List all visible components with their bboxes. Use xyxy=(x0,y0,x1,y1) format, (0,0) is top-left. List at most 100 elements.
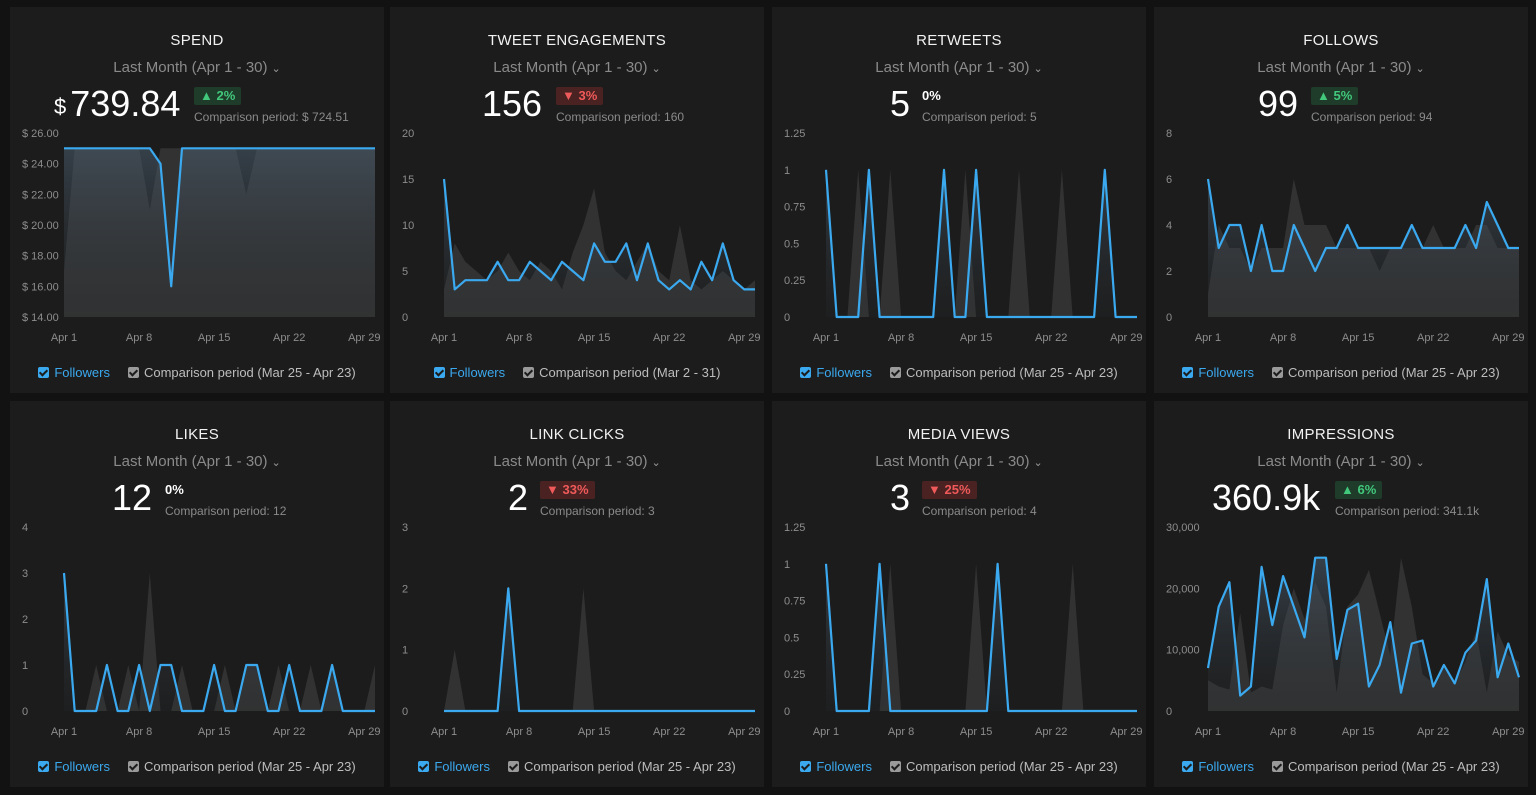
date-range-selector[interactable]: Last Month (Apr 1 - 30) ⌄ xyxy=(772,453,1146,470)
date-range-selector[interactable]: Last Month (Apr 1 - 30) ⌄ xyxy=(1154,59,1528,76)
chevron-down-icon: ⌄ xyxy=(271,63,281,75)
legend-label: Followers xyxy=(434,759,490,774)
date-range-label: Last Month (Apr 1 - 30) xyxy=(875,453,1030,470)
legend-toggle-followers[interactable]: Followers xyxy=(38,365,110,380)
checkbox-checked-icon xyxy=(800,761,812,772)
metric-value: 12 xyxy=(112,477,152,519)
x-tick-label: Apr 1 xyxy=(431,726,457,738)
chart-legend: Followers Comparison period (Mar 25 - Apr… xyxy=(390,759,764,774)
checkbox-checked-icon xyxy=(433,367,445,378)
widget-title: LINK CLICKS xyxy=(529,426,625,443)
legend-toggle-comparison[interactable]: Comparison period (Mar 25 - Apr 23) xyxy=(1271,759,1500,774)
x-tick-label: Apr 22 xyxy=(653,726,685,738)
checkbox-checked-icon xyxy=(507,761,519,772)
date-range-label: Last Month (Apr 1 - 30) xyxy=(113,59,268,76)
x-tick-label: Apr 1 xyxy=(51,726,77,738)
date-range-selector[interactable]: Last Month (Apr 1 - 30) ⌄ xyxy=(390,453,764,470)
chevron-down-icon: ⌄ xyxy=(651,457,661,469)
legend-label: Comparison period (Mar 2 - 31) xyxy=(539,365,721,380)
legend-toggle-followers[interactable]: Followers xyxy=(38,759,110,774)
chevron-down-icon: ⌄ xyxy=(1415,63,1425,75)
comparison-label: Comparison period: 4 xyxy=(922,504,1037,518)
x-tick-label: Apr 8 xyxy=(888,726,914,738)
legend-toggle-followers[interactable]: Followers xyxy=(800,365,872,380)
checkbox-checked-icon xyxy=(418,761,430,772)
x-tick-label: Apr 29 xyxy=(1492,332,1524,344)
y-tick-label: $ 14.00 xyxy=(22,312,59,324)
legend-toggle-comparison[interactable]: Comparison period (Mar 25 - Apr 23) xyxy=(507,759,736,774)
x-tick-label: Apr 22 xyxy=(1417,332,1449,344)
metric-value: 360.9k xyxy=(1212,477,1320,519)
y-tick-label: $ 24.00 xyxy=(22,159,59,171)
y-tick-label: 1 xyxy=(784,559,790,571)
legend-toggle-followers[interactable]: Followers xyxy=(1182,759,1254,774)
checkbox-checked-icon xyxy=(1182,367,1194,378)
date-range-label: Last Month (Apr 1 - 30) xyxy=(1257,59,1412,76)
change-badge: ▼ 3% xyxy=(556,87,604,105)
legend-toggle-followers[interactable]: Followers xyxy=(1182,365,1254,380)
x-tick-label: Apr 8 xyxy=(126,726,152,738)
x-tick-label: Apr 29 xyxy=(1110,726,1142,738)
date-range-selector[interactable]: Last Month (Apr 1 - 30) ⌄ xyxy=(10,59,384,76)
chevron-down-icon: ⌄ xyxy=(1033,457,1043,469)
y-tick-label: 1.25 xyxy=(784,128,805,140)
metric-value: 156 xyxy=(482,83,542,125)
date-range-label: Last Month (Apr 1 - 30) xyxy=(493,59,648,76)
legend-toggle-comparison[interactable]: Comparison period (Mar 25 - Apr 23) xyxy=(889,759,1118,774)
date-range-selector[interactable]: Last Month (Apr 1 - 30) ⌄ xyxy=(1154,453,1528,470)
legend-toggle-comparison[interactable]: Comparison period (Mar 2 - 31) xyxy=(523,365,720,380)
checkbox-checked-icon xyxy=(889,367,901,378)
chevron-down-icon: ⌄ xyxy=(651,63,661,75)
y-tick-label: 8 xyxy=(1166,128,1172,140)
legend-label: Comparison period (Mar 25 - Apr 23) xyxy=(143,365,356,380)
chevron-down-icon: ⌄ xyxy=(271,457,281,469)
metric-number: 360.9k xyxy=(1212,477,1321,518)
metric-number: 12 xyxy=(112,477,153,518)
legend-toggle-followers[interactable]: Followers xyxy=(800,759,872,774)
x-tick-label: Apr 15 xyxy=(960,726,992,738)
comparison-label: Comparison period: 5 xyxy=(922,110,1037,124)
tweet-engagements-widget: TWEET ENGAGEMENTS Last Month (Apr 1 - 30)… xyxy=(390,7,764,393)
checkbox-checked-icon xyxy=(523,367,535,378)
x-tick-label: Apr 15 xyxy=(578,332,610,344)
x-tick-label: Apr 1 xyxy=(431,332,457,344)
widget-title: SPEND xyxy=(170,32,224,49)
y-tick-label: $ 18.00 xyxy=(22,251,59,263)
line-chart: 0 0.25 0.5 0.75 1 1.25 Apr 1 Apr 8 Apr 15 Apr 22 A… xyxy=(784,128,1142,344)
y-tick-label: 3 xyxy=(22,568,28,580)
y-tick-label: 0 xyxy=(402,706,408,718)
y-tick-label: 1 xyxy=(22,660,28,672)
legend-toggle-comparison[interactable]: Comparison period (Mar 25 - Apr 23) xyxy=(889,365,1118,380)
x-tick-label: Apr 15 xyxy=(198,726,230,738)
legend-toggle-followers[interactable]: Followers xyxy=(433,365,505,380)
change-badge: ▲ 6% xyxy=(1335,481,1383,499)
widget-title: LIKES xyxy=(174,426,220,443)
retweets-widget: RETWEETS Last Month (Apr 1 - 30) ⌄ 5 0% Compa… xyxy=(772,7,1146,393)
metric-number: 739.84 xyxy=(70,83,181,124)
legend-toggle-comparison[interactable]: Comparison period (Mar 25 - Apr 23) xyxy=(1271,365,1500,380)
x-tick-label: Apr 29 xyxy=(728,726,760,738)
y-tick-label: 3 xyxy=(402,522,408,534)
legend-toggle-comparison[interactable]: Comparison period (Mar 25 - Apr 23) xyxy=(127,365,356,380)
x-tick-label: Apr 29 xyxy=(348,726,380,738)
y-tick-label: 0.75 xyxy=(784,202,805,214)
change-badge: ▼ 25% xyxy=(922,481,977,499)
x-tick-label: Apr 1 xyxy=(813,332,839,344)
legend-toggle-comparison[interactable]: Comparison period (Mar 25 - Apr 23) xyxy=(127,759,356,774)
stat-row: 12 0% Comparison period: 12 xyxy=(10,477,384,521)
date-range-selector[interactable]: Last Month (Apr 1 - 30) ⌄ xyxy=(390,59,764,76)
date-range-selector[interactable]: Last Month (Apr 1 - 30) ⌄ xyxy=(10,453,384,470)
metric-value: 3 xyxy=(890,477,910,519)
legend-toggle-followers[interactable]: Followers xyxy=(418,759,490,774)
chart-legend: Followers Comparison period (Mar 2 - 31) xyxy=(390,365,764,380)
stat-row: $739.84 ▲ 2% Comparison period: $ 724.51 xyxy=(10,83,384,127)
chart-legend: Followers Comparison period (Mar 25 - Apr… xyxy=(10,365,384,380)
x-tick-label: Apr 15 xyxy=(1342,726,1374,738)
y-tick-label: 1 xyxy=(784,165,790,177)
chart-legend: Followers Comparison period (Mar 25 - Apr… xyxy=(10,759,384,774)
line-chart: 0 1 2 3 Apr 1 Apr 8 Apr 15 Apr 22 Apr 29 xyxy=(402,522,760,738)
stat-row: 99 ▲ 5% Comparison period: 94 xyxy=(1154,83,1528,127)
y-tick-label: 0 xyxy=(22,706,28,718)
followers-series-area xyxy=(64,148,375,317)
date-range-selector[interactable]: Last Month (Apr 1 - 30) ⌄ xyxy=(772,59,1146,76)
